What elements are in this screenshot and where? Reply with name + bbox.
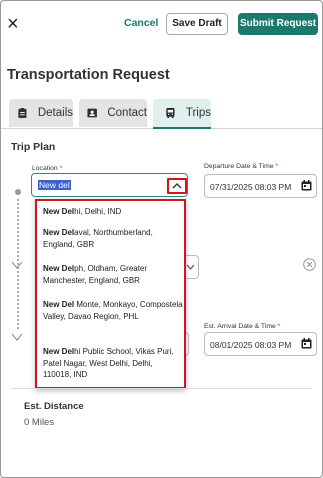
tab-bar: Details Contact Trips (1, 99, 322, 129)
location-label: Location * (32, 165, 62, 172)
location-input[interactable]: New del (31, 173, 188, 197)
top-bar: × Cancel Save Draft Submit Request (1, 1, 322, 49)
suggestion-match: New Del (43, 347, 75, 356)
suggestion-rest: hi, Delhi, IND (74, 207, 122, 216)
contact-card-icon (87, 108, 97, 118)
distance-value: 0 Miles (24, 417, 55, 428)
suggestion-item[interactable]: New Del Monte, Monkayo, Compostela Valle… (43, 299, 183, 322)
location-label-text: Location (32, 165, 58, 172)
location-suggestions-dropdown: New Delhi, Delhi, IND New Delaval, North… (35, 199, 186, 389)
chevron-down-icon (186, 264, 195, 270)
chevron-down-icon (11, 333, 23, 342)
suggestion-item[interactable]: New Delaval, Northumberland, England, GB… (43, 227, 183, 250)
suggestion-match: New Del (43, 228, 75, 237)
departure-value: 07/31/2025 08:03 PM (210, 182, 292, 192)
hidden-select-edge[interactable] (185, 255, 199, 279)
arrival-label-text: Est. Arrival Date & Time (204, 323, 276, 330)
clipboard-icon (18, 108, 27, 118)
tab-contact-label: Contact (107, 107, 147, 119)
suggestion-match: New Del (43, 300, 75, 309)
required-mark: * (275, 163, 279, 170)
distance-title: Est. Distance (24, 401, 84, 412)
chevron-up-icon (172, 183, 182, 189)
location-input-value: New del (38, 180, 71, 190)
chevron-down-icon (11, 261, 23, 270)
location-dropdown-toggle[interactable] (167, 178, 187, 194)
departure-label: Departure Date & Time * (204, 163, 278, 170)
required-mark: * (59, 165, 63, 172)
suggestion-item[interactable]: New Delhi Public School, Vikas Puri, Pat… (43, 346, 183, 381)
suggestion-match: New Del (43, 264, 75, 273)
page-title: Transportation Request (7, 67, 170, 83)
tab-contact[interactable]: Contact (79, 99, 147, 127)
suggestion-item[interactable]: New Delhi, Delhi, IND (43, 206, 183, 218)
calendar-icon[interactable] (301, 338, 312, 349)
submit-request-button[interactable]: Submit Request (238, 13, 318, 35)
departure-label-text: Departure Date & Time (204, 163, 274, 170)
bus-icon (166, 108, 175, 118)
arrival-label: Est. Arrival Date & Time * (204, 323, 280, 330)
arrival-value: 08/01/2025 08:03 PM (210, 340, 292, 350)
timeline-start-dot (15, 189, 21, 195)
close-icon[interactable]: × (7, 14, 19, 34)
suggestion-match: New Del (43, 207, 75, 216)
save-draft-button[interactable]: Save Draft (166, 13, 228, 35)
modal-frame: × Cancel Save Draft Submit Request Trans… (0, 0, 323, 478)
suggestion-item[interactable]: New Delph, Oldham, Greater Manchester, E… (43, 263, 183, 286)
calendar-icon[interactable] (301, 180, 312, 191)
required-mark: * (277, 323, 281, 330)
tab-trips-label: Trips (185, 107, 211, 119)
departure-datetime-input[interactable]: 07/31/2025 08:03 PM (204, 174, 317, 198)
tab-details[interactable]: Details (9, 99, 73, 127)
section-divider (11, 388, 312, 389)
arrival-datetime-input[interactable]: 08/01/2025 08:03 PM (204, 332, 317, 356)
tab-trips[interactable]: Trips (153, 99, 211, 129)
remove-stop-icon[interactable] (303, 258, 316, 271)
cancel-button[interactable]: Cancel (124, 17, 158, 29)
trip-plan-title: Trip Plan (11, 141, 56, 153)
tab-details-label: Details (37, 107, 73, 119)
